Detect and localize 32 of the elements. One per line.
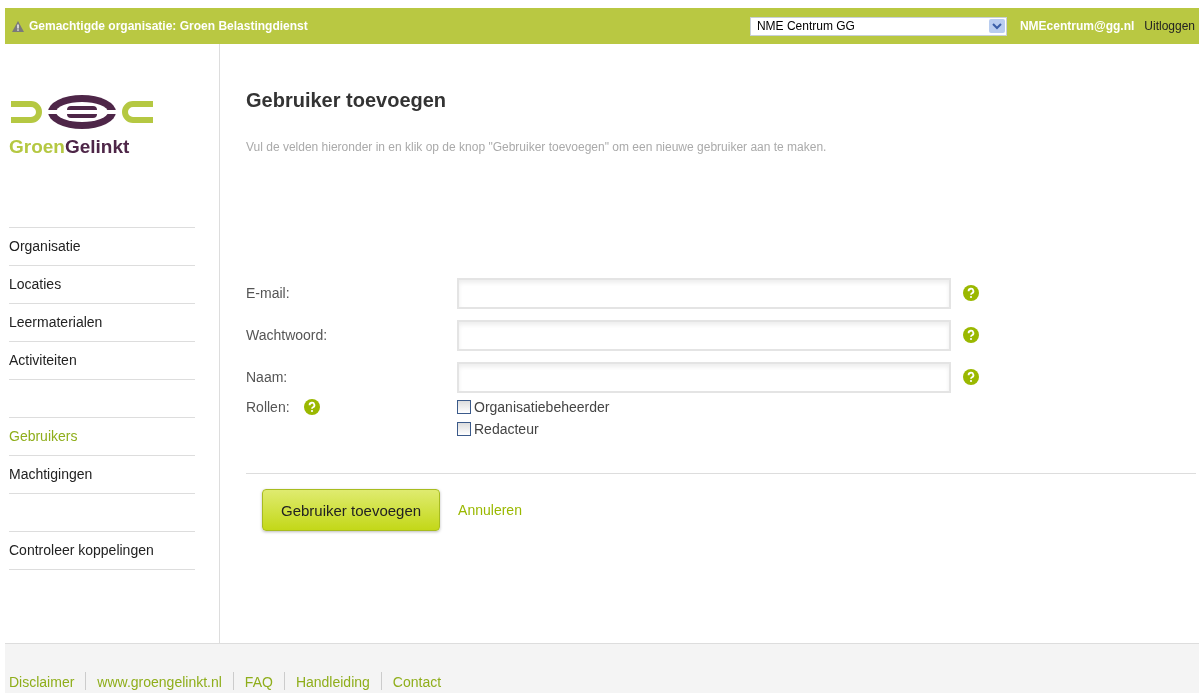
nav-item[interactable]: Organisatie (9, 228, 195, 266)
input-field[interactable] (457, 361, 951, 393)
field-label: Naam: (246, 369, 289, 385)
checkbox-label: Redacteur (474, 421, 539, 437)
input-field[interactable] (457, 277, 951, 309)
chain-logo-icon (9, 92, 155, 132)
nav-item[interactable]: Controleer koppelingen (9, 532, 195, 570)
help-icon[interactable] (963, 327, 979, 343)
field-label: Rollen: (246, 399, 290, 415)
organisation-label: Gemachtigde organisatie: Groen Belastingdienst (29, 19, 308, 33)
user-email: NMEcentrum@gg.nl (1019, 19, 1135, 33)
field-label: Wachtwoord: (246, 327, 329, 343)
warning-icon (12, 20, 24, 32)
page-title: Gebruiker toevoegen (246, 89, 448, 112)
help-icon[interactable] (963, 285, 979, 301)
nav-item[interactable]: Leermaterialen (9, 304, 195, 342)
checkbox[interactable] (457, 422, 471, 436)
organisation-select[interactable]: NME Centrum GG (749, 16, 1007, 36)
nav-item[interactable]: Machtigingen (9, 456, 195, 494)
input-field[interactable] (457, 319, 951, 351)
help-icon[interactable] (303, 399, 320, 415)
help-icon[interactable] (963, 369, 979, 385)
checkbox[interactable] (457, 400, 471, 414)
intro-text: Vul de velden hieronder in en klik op de knop "Gebruiker toevoegen" om een nieuwe gebruiker aan te maken. (246, 140, 828, 154)
checkbox-label: Organisatiebeheerder (474, 399, 610, 415)
nav-item[interactable]: Activiteiten (9, 342, 195, 380)
dropdown-icon (988, 19, 1005, 33)
nav-item[interactable]: Locaties (9, 266, 195, 304)
logo-text: GroenGelinkt (9, 136, 130, 157)
logout-link[interactable]: Uitloggen (1144, 19, 1195, 33)
field-label: E-mail: (246, 285, 291, 301)
submit-button[interactable]: Gebruiker toevoegen (262, 489, 441, 531)
